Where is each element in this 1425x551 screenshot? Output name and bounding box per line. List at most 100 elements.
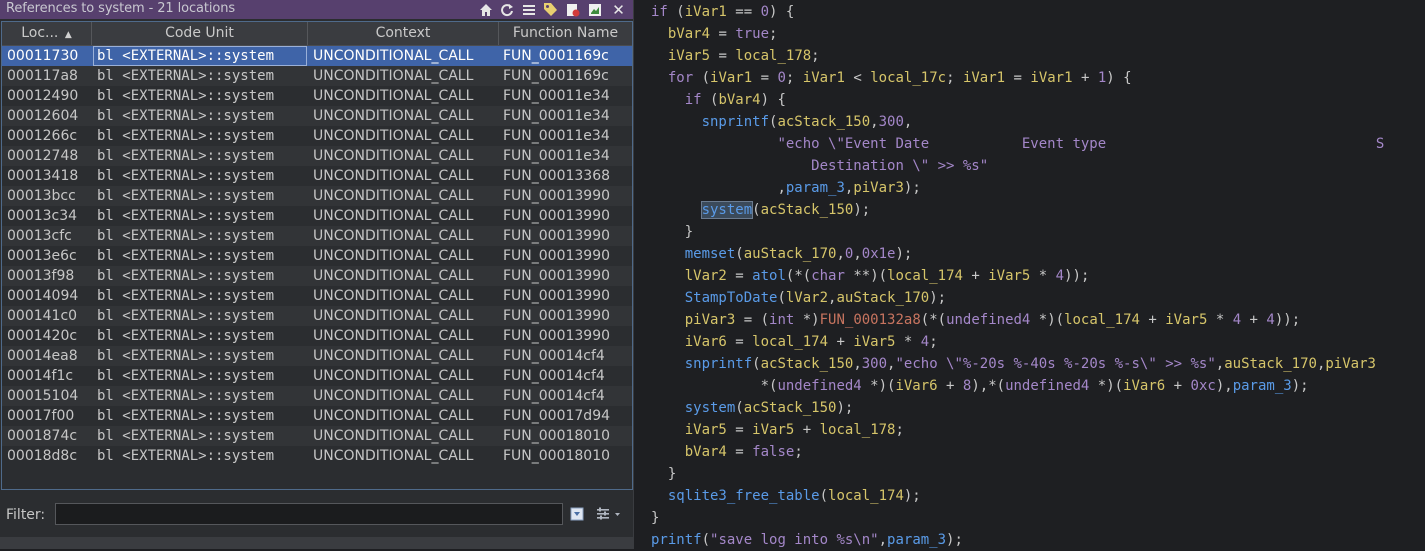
code-token: local_174 (752, 334, 829, 350)
code-token: ) { (1106, 70, 1132, 86)
code-line[interactable]: *(undefined4 *)(iVar6 + 8),*(undefined4 … (651, 375, 1384, 397)
code-line[interactable]: if (bVar4) { (651, 89, 1384, 111)
delete-icon[interactable] (564, 1, 581, 18)
table-row[interactable]: 00013f98 bl <EXTERNAL>::system UNCONDITION… (2, 266, 632, 286)
table-row[interactable]: 0001266c bl <EXTERNAL>::system UNCONDITION… (2, 126, 632, 146)
code-line[interactable]: snprintf(acStack_150,300, (651, 111, 1384, 133)
code-line[interactable]: piVar3 = (int *)FUN_000132a8(*(undefined… (651, 309, 1384, 331)
code-token: ( (701, 532, 711, 548)
table-row[interactable]: 00012604 bl <EXTERNAL>::system UNCONDITION… (2, 106, 632, 126)
column-header-location[interactable]: Loc... ▲ (2, 22, 92, 45)
code-line[interactable]: sqlite3_free_table(local_174); (651, 485, 1384, 507)
code-line[interactable]: if (iVar1 == 0) { (651, 1, 1384, 23)
table-row[interactable]: 00013bcc bl <EXTERNAL>::system UNCONDITION… (2, 186, 632, 206)
code-token-function: memset (684, 246, 736, 262)
filter-options-icon[interactable] (569, 505, 587, 523)
code-line[interactable]: ,param_3,piVar3); (651, 177, 1384, 199)
snapshot-icon[interactable] (586, 1, 603, 18)
code-token: ; (946, 70, 963, 86)
code-token: local_178 (819, 422, 896, 438)
code-line[interactable]: system(acStack_150); (651, 199, 1384, 221)
home-icon[interactable] (477, 1, 494, 18)
cell-location: 0001874c (7, 428, 78, 444)
code-token: for (667, 70, 694, 86)
cell-function-name: FUN_00013990 (503, 188, 611, 204)
tag-icon[interactable] (542, 1, 559, 18)
code-line[interactable]: "echo \"Event Date Event type S (651, 133, 1384, 155)
cell-code-unit: bl <EXTERNAL>::system (97, 348, 275, 364)
cell-context: UNCONDITIONAL_CALL (313, 308, 474, 324)
code-line[interactable]: for (iVar1 = 0; iVar1 < local_17c; iVar1… (651, 67, 1384, 89)
table-row[interactable]: 0001874c bl <EXTERNAL>::system UNCONDITION… (2, 426, 632, 446)
code-line[interactable]: system(acStack_150); (651, 397, 1384, 419)
cell-context: UNCONDITIONAL_CALL (313, 108, 474, 124)
code-line[interactable]: memset(auStack_170,0,0x1e); (651, 243, 1384, 265)
code-line[interactable]: } (651, 507, 1384, 529)
refresh-icon[interactable] (498, 1, 515, 18)
table-row[interactable]: 00011730 bl <EXTERNAL>::system UNCONDITION… (2, 46, 632, 66)
column-header-function-name[interactable]: Function Name (499, 22, 632, 45)
code-token: lVar2 (785, 290, 829, 306)
code-line[interactable]: iVar6 = local_174 + iVar5 * 4; (651, 331, 1384, 353)
table-row[interactable]: 00015104 bl <EXTERNAL>::system UNCONDITION… (2, 386, 632, 406)
cell-function-name: FUN_00014cf4 (503, 348, 605, 364)
code-token: Destination \" >> %s" (811, 158, 989, 174)
code-token: ) { (760, 92, 786, 108)
table-row[interactable]: 00014f1c bl <EXTERNAL>::system UNCONDITION… (2, 366, 632, 386)
columns-icon[interactable] (520, 1, 537, 18)
cell-function-name: FUN_00017d94 (503, 408, 611, 424)
decompiler-code[interactable]: if (iVar1 == 0) { bVar4 = true; iVar5 = … (651, 1, 1384, 551)
table-row[interactable]: 00017f00 bl <EXTERNAL>::system UNCONDITION… (2, 406, 632, 426)
code-line[interactable]: bVar4 = false; (651, 441, 1384, 463)
code-line[interactable]: iVar5 = local_178; (651, 45, 1384, 67)
close-icon[interactable]: ✕ (610, 1, 627, 19)
code-token: lVar2 (684, 268, 727, 284)
cell-location: 0001420c (7, 328, 78, 344)
cell-context: UNCONDITIONAL_CALL (313, 388, 474, 404)
code-line[interactable]: lVar2 = atol(*(char **)(local_174 + iVar… (651, 265, 1384, 287)
table-row[interactable]: 00013e6c bl <EXTERNAL>::system UNCONDITION… (2, 246, 632, 266)
cell-function-name: FUN_00013990 (503, 328, 611, 344)
table-row[interactable]: 00012490 bl <EXTERNAL>::system UNCONDITION… (2, 86, 632, 106)
column-header-context[interactable]: Context (308, 22, 499, 45)
table-row[interactable]: 0001420c bl <EXTERNAL>::system UNCONDITION… (2, 326, 632, 346)
code-token: )); (1274, 312, 1301, 328)
code-line[interactable]: iVar5 = iVar5 + local_178; (651, 419, 1384, 441)
code-token: ; (785, 70, 803, 86)
cell-location: 00012490 (7, 88, 79, 104)
column-header-code-unit[interactable]: Code Unit (92, 22, 308, 45)
code-line[interactable]: Destination \" >> %s" (651, 155, 1384, 177)
cell-function-name: FUN_00011e34 (503, 88, 610, 104)
table-row[interactable]: 00014094 bl <EXTERNAL>::system UNCONDITION… (2, 286, 632, 306)
table-row[interactable]: 00013c34 bl <EXTERNAL>::system UNCONDITION… (2, 206, 632, 226)
cell-function-name: FUN_00011e34 (503, 148, 610, 164)
cell-function-name: FUN_0001169c (503, 48, 609, 64)
code-token: piVar3 (1325, 356, 1376, 372)
table-row[interactable]: 00014ea8 bl <EXTERNAL>::system UNCONDITION… (2, 346, 632, 366)
code-token: iVar1 (802, 70, 845, 86)
code-token: , (903, 114, 913, 130)
filter-input[interactable] (55, 503, 563, 525)
table-row[interactable]: 000117a8 bl <EXTERNAL>::system UNCONDITION… (2, 66, 632, 86)
code-line[interactable]: snprintf(acStack_150,300,"echo \"%-20s %… (651, 353, 1384, 375)
code-line[interactable]: } (651, 463, 1384, 485)
code-line[interactable]: printf("save log into %s\n",param_3); (651, 529, 1384, 551)
settings-icon[interactable] (594, 505, 624, 523)
code-token: ); (903, 180, 921, 196)
code-line[interactable]: } (651, 221, 1384, 243)
code-line[interactable]: StampToDate(lVar2,auStack_170); (651, 287, 1384, 309)
code-token: ( (735, 246, 744, 262)
table-row[interactable]: 000141c0 bl <EXTERNAL>::system UNCONDITION… (2, 306, 632, 326)
table-row[interactable]: 00013cfc bl <EXTERNAL>::system UNCONDITION… (2, 226, 632, 246)
table-row[interactable]: 00018d8c bl <EXTERNAL>::system UNCONDITION… (2, 446, 632, 466)
table-row[interactable]: 00012748 bl <EXTERNAL>::system UNCONDITION… (2, 146, 632, 166)
code-token: auStack_170 (743, 246, 837, 262)
code-line[interactable]: bVar4 = true; (651, 23, 1384, 45)
code-token: + (1072, 70, 1098, 86)
cell-context: UNCONDITIONAL_CALL (313, 228, 474, 244)
code-token: , (870, 114, 879, 130)
table-row[interactable]: 00013418 bl <EXTERNAL>::system UNCONDITION… (2, 166, 632, 186)
code-token: local_174 (828, 488, 904, 504)
